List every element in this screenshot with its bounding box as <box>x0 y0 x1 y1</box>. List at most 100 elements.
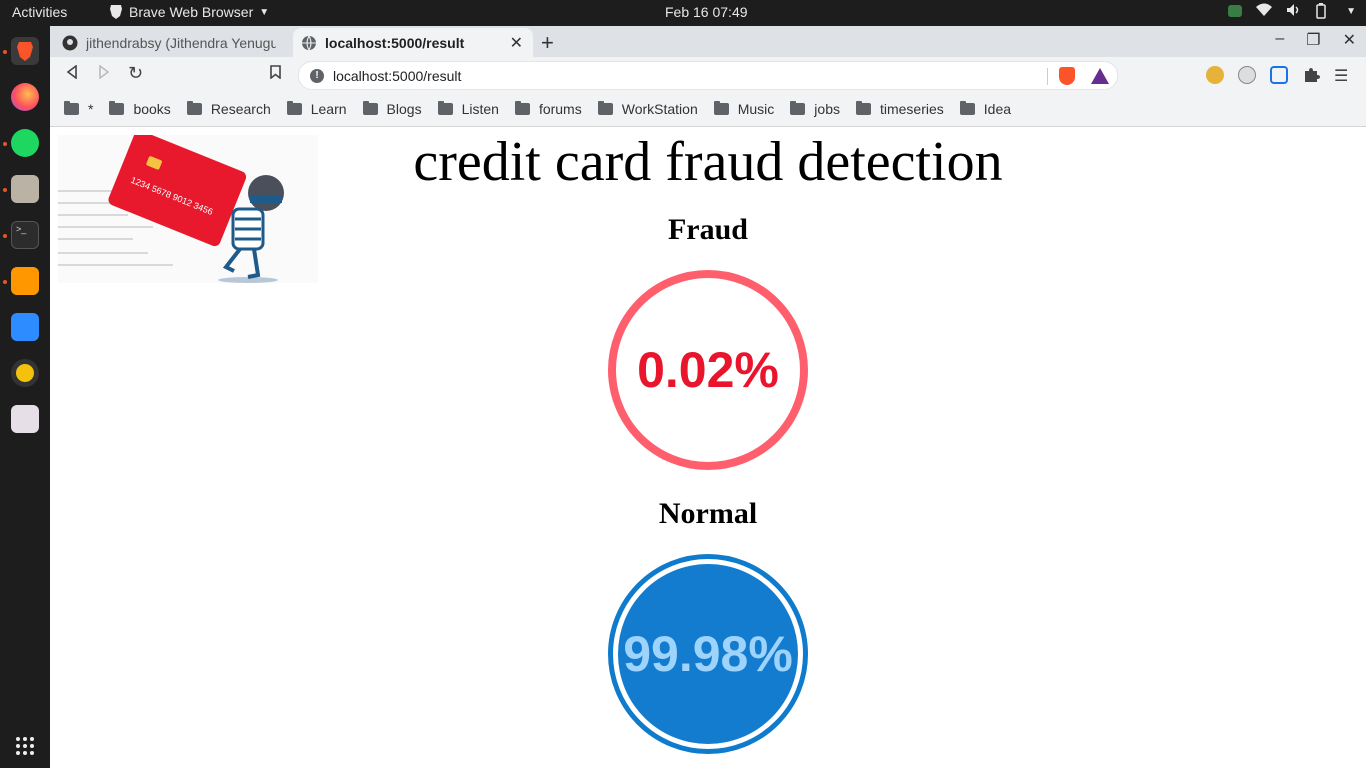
running-indicator <box>3 188 7 192</box>
bookmark-folder[interactable]: jobs <box>790 101 840 117</box>
window-controls: – ❐ ✕ <box>1275 30 1356 50</box>
folder-icon <box>597 101 613 115</box>
bookmark-label: Music <box>737 101 775 117</box>
sublime-text-launcher-icon[interactable] <box>11 267 39 295</box>
normal-percentage-value: 99.98% <box>623 626 793 682</box>
extension-s-icon[interactable] <box>1238 66 1256 84</box>
settings-toggle-launcher-icon[interactable] <box>11 405 39 433</box>
running-indicator <box>3 50 7 54</box>
forward-button[interactable] <box>98 64 110 84</box>
spotify-launcher-icon[interactable] <box>11 129 39 157</box>
toolbar: ↻ ! localhost:5000/result ☰ <box>50 57 1366 93</box>
bookmark-label: Learn <box>310 101 347 117</box>
normal-label: Normal <box>658 497 758 530</box>
folder-icon <box>437 101 453 115</box>
wifi-icon <box>1256 3 1273 19</box>
bookmark-folder[interactable]: WorkStation <box>597 101 698 117</box>
main-menu-icon[interactable]: ☰ <box>1334 66 1352 85</box>
folder-icon <box>362 101 378 115</box>
update-icon <box>1228 5 1243 17</box>
system-tray[interactable]: ▼ <box>1228 3 1356 19</box>
bookmark-folder[interactable]: Idea <box>959 101 1012 117</box>
normal-percentage-gauge: 99.98% <box>608 554 808 754</box>
bookmark-label: Idea <box>983 101 1012 117</box>
restore-button[interactable]: ❐ <box>1306 30 1320 50</box>
terminal-launcher-icon[interactable]: >_ <box>11 221 39 249</box>
extension-crop-icon[interactable] <box>1270 66 1288 84</box>
url-text[interactable]: localhost:5000/result <box>333 68 461 84</box>
dock: >_ <box>0 26 50 768</box>
rhythmbox-launcher-icon[interactable] <box>11 359 39 387</box>
running-indicator <box>3 234 7 238</box>
folder-icon <box>959 101 975 115</box>
reload-button[interactable]: ↻ <box>128 63 143 84</box>
folder-icon <box>790 101 806 115</box>
bookmark-label: Listen <box>461 101 499 117</box>
bookmark-folder[interactable]: Research <box>186 101 271 117</box>
normal-gauge-fill: 99.98% <box>618 564 798 744</box>
close-tab-icon[interactable]: ✕ <box>510 33 523 53</box>
brave-shields-icon[interactable] <box>1059 67 1075 85</box>
bookmark-page-icon[interactable] <box>270 65 281 84</box>
bookmark-label: WorkStation <box>621 101 698 117</box>
bookmark-label: books <box>133 101 171 117</box>
page-title: credit card fraud detection <box>413 131 1003 193</box>
running-indicator <box>3 280 7 284</box>
tab-strip: jithendrabsy (Jithendra Yenugu localhost… <box>50 26 1366 57</box>
bookmark-label: Blogs <box>386 101 422 117</box>
tab-github[interactable]: jithendrabsy (Jithendra Yenugu <box>56 28 292 57</box>
tab-localhost-result[interactable]: localhost:5000/result ✕ <box>293 28 533 57</box>
github-icon <box>62 35 78 50</box>
bookmark-folder[interactable]: timeseries <box>855 101 944 117</box>
bookmark-label: * <box>88 101 94 117</box>
page-content: 1234 5678 9012 3456 credit card fraud de… <box>50 127 1366 768</box>
zoom-launcher-icon[interactable] <box>11 313 39 341</box>
chevron-down-icon: ▼ <box>259 6 270 18</box>
brave-launcher-icon[interactable] <box>11 37 39 65</box>
folder-icon <box>64 101 79 115</box>
system-top-bar: Activities Brave Web Browser ▼ Feb 16 07… <box>0 0 1366 26</box>
back-button[interactable] <box>66 64 78 84</box>
folder-icon <box>286 101 302 115</box>
show-applications-icon[interactable] <box>16 737 34 755</box>
bookmark-folder[interactable]: * <box>64 101 93 117</box>
extension-owl-icon[interactable] <box>1206 66 1224 84</box>
fraud-percentage-gauge: 0.02% <box>608 270 808 470</box>
files-launcher-icon[interactable] <box>11 175 39 203</box>
new-tab-button[interactable]: + <box>541 30 554 56</box>
bookmark-folder[interactable]: books <box>109 101 171 117</box>
fraud-percentage-value: 0.02% <box>637 342 779 398</box>
bookmark-folder[interactable]: Learn <box>286 101 347 117</box>
folder-icon <box>713 101 729 115</box>
separator <box>1047 68 1048 85</box>
firefox-launcher-icon[interactable] <box>11 83 39 111</box>
battery-icon <box>1316 3 1332 19</box>
tab-title: localhost:5000/result <box>325 34 465 51</box>
close-window-button[interactable]: ✕ <box>1343 30 1356 50</box>
minimize-button[interactable]: – <box>1275 30 1284 50</box>
brave-rewards-icon[interactable] <box>1091 68 1109 84</box>
volume-icon <box>1286 3 1302 19</box>
address-bar[interactable]: ! localhost:5000/result <box>298 61 1118 90</box>
bookmark-label: Research <box>210 101 271 117</box>
folder-icon <box>514 101 530 115</box>
bookmark-folder[interactable]: Blogs <box>362 101 422 117</box>
tab-title: jithendrabsy (Jithendra Yenugu <box>86 34 276 51</box>
fraud-label: Fraud <box>667 213 748 246</box>
bookmark-folder[interactable]: forums <box>514 101 582 117</box>
extensions-puzzle-icon[interactable] <box>1302 66 1320 84</box>
app-menu[interactable]: Brave Web Browser ▼ <box>109 4 269 20</box>
running-indicator <box>3 142 7 146</box>
bookmark-folder[interactable]: Listen <box>437 101 499 117</box>
site-info-icon[interactable]: ! <box>310 69 324 83</box>
folder-icon <box>109 101 125 115</box>
bookmark-label: forums <box>538 101 582 117</box>
bookmark-label: jobs <box>814 101 840 117</box>
activities-button[interactable]: Activities <box>12 4 67 20</box>
bookmark-label: timeseries <box>879 101 944 117</box>
bookmark-folder[interactable]: Music <box>713 101 775 117</box>
brave-lion-icon <box>110 5 122 19</box>
clock[interactable]: Feb 16 07:49 <box>665 4 748 20</box>
globe-icon <box>302 35 316 50</box>
folder-icon <box>855 101 871 115</box>
